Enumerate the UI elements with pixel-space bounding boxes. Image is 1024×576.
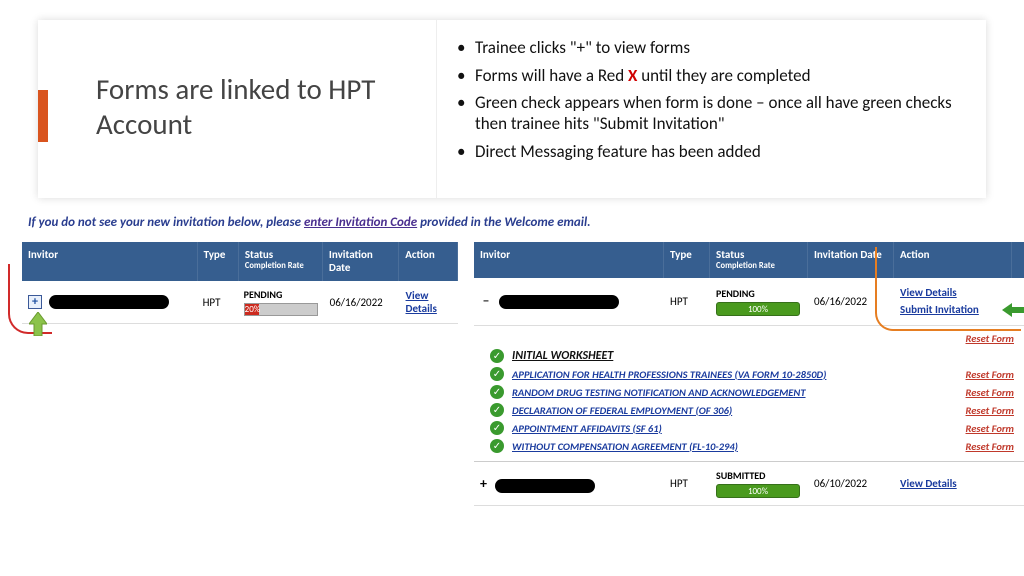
- form-link[interactable]: APPOINTMENT AFFIDAVITS (SF 61): [512, 422, 966, 435]
- check-icon: ✓: [490, 349, 504, 363]
- form-row: ✓ APPOINTMENT AFFIDAVITS (SF 61)Reset For…: [490, 419, 1014, 437]
- form-link[interactable]: DECLARATION OF FEDERAL EMPLOYMENT (OF 30…: [512, 404, 966, 417]
- reset-form-link[interactable]: Reset Form: [966, 386, 1014, 399]
- form-link[interactable]: WITHOUT COMPENSATION AGREEMENT (FL-10-29…: [512, 440, 966, 453]
- cell-date: 06/16/2022: [324, 289, 400, 316]
- cell-type: HPT: [197, 289, 238, 316]
- view-details-link[interactable]: View Details: [900, 477, 957, 490]
- cell-status: SUBMITTED 100%: [710, 462, 808, 505]
- form-link[interactable]: APPLICATION FOR HEALTH PROFESSIONS TRAIN…: [512, 368, 966, 381]
- check-icon: ✓: [490, 367, 504, 381]
- enter-code-link[interactable]: enter Invitation Code: [304, 215, 417, 230]
- cell-invitor: –: [474, 288, 664, 316]
- form-link[interactable]: INITIAL WORKSHEET: [512, 349, 1014, 363]
- table-header: Invitor Type Status Completion Rate Invi…: [22, 242, 458, 281]
- progress-bar: 20%: [244, 303, 318, 316]
- helper-pre: If you do not see your new invitation be…: [28, 215, 304, 230]
- progress-bar: 100%: [716, 484, 800, 498]
- redacted-name: [499, 295, 619, 309]
- redacted-name: [49, 295, 169, 309]
- reset-form-link[interactable]: Reset Form: [966, 404, 1014, 417]
- cell-status: PENDING 100%: [710, 280, 808, 323]
- arrow-up-icon: [29, 312, 47, 336]
- invitation-table-left: Invitor Type Status Completion Rate Invi…: [22, 242, 458, 324]
- hdr-date: Invitation Date: [323, 242, 399, 281]
- check-icon: ✓: [490, 421, 504, 435]
- cell-type: HPT: [664, 470, 710, 497]
- bullet-item: Direct Messaging feature has been added: [455, 142, 956, 163]
- hdr-type: Type: [198, 242, 239, 281]
- table-row: + HPT SUBMITTED 100% 06/10/2022 View Det…: [474, 461, 1024, 506]
- cell-action: View Details: [894, 470, 1012, 497]
- cell-invitor: +: [474, 468, 664, 499]
- progress-bar: 100%: [716, 302, 800, 316]
- helper-post: provided in the Welcome email.: [417, 215, 591, 230]
- view-details-link[interactable]: View Details: [406, 289, 437, 315]
- bullet-item: Forms will have a Red X until they are c…: [455, 66, 956, 87]
- bullet-item: Trainee clicks "+" to view forms: [455, 38, 956, 59]
- slide-card: Forms are linked to HPT Account Trainee …: [38, 20, 986, 198]
- cell-date: 06/10/2022: [808, 470, 894, 497]
- form-row: ✓ DECLARATION OF FEDERAL EMPLOYMENT (OF 3…: [490, 401, 1014, 419]
- hdr-status: Status Completion Rate: [239, 242, 323, 281]
- accent-bar: [38, 90, 48, 142]
- hdr-action: Action: [399, 242, 458, 281]
- check-icon: ✓: [490, 403, 504, 417]
- reset-form-link[interactable]: Reset Form: [966, 368, 1014, 381]
- form-link[interactable]: RANDOM DRUG TESTING NOTIFICATION AND ACK…: [512, 386, 966, 399]
- forms-list: Reset Form ✓ INITIAL WORKSHEET ✓ APPLICATIO…: [474, 326, 1024, 461]
- form-row: ✓ INITIAL WORKSHEET: [490, 347, 1014, 365]
- hdr-invitor: Invitor: [474, 242, 664, 278]
- form-row: ✓ RANDOM DRUG TESTING NOTIFICATION AND AC…: [490, 383, 1014, 401]
- check-icon: ✓: [490, 385, 504, 399]
- cell-type: HPT: [664, 288, 710, 315]
- collapse-icon[interactable]: –: [480, 296, 492, 308]
- expand-icon[interactable]: +: [480, 475, 487, 492]
- check-icon: ✓: [490, 439, 504, 453]
- cell-status: PENDING 20%: [238, 281, 324, 323]
- helper-text: If you do not see your new invitation be…: [28, 215, 591, 230]
- reset-form-link[interactable]: Reset Form: [966, 422, 1014, 435]
- form-row: ✓ WITHOUT COMPENSATION AGREEMENT (FL-10-2…: [490, 437, 1014, 455]
- table-row: + HPT PENDING 20% 06/16/2022 View Detail…: [22, 281, 458, 324]
- callout-bracket-right: [875, 247, 1021, 331]
- hdr-type: Type: [664, 242, 710, 278]
- slide-title: Forms are linked to HPT Account: [96, 72, 406, 142]
- cell-action: View Details: [400, 282, 458, 322]
- bullets-area: Trainee clicks "+" to view forms Forms wi…: [436, 20, 986, 198]
- form-row: ✓ APPLICATION FOR HEALTH PROFESSIONS TRAI…: [490, 365, 1014, 383]
- reset-form-link[interactable]: Reset Form: [966, 332, 1014, 345]
- title-area: Forms are linked to HPT Account: [38, 20, 436, 198]
- reset-form-link[interactable]: Reset Form: [966, 440, 1014, 453]
- redacted-name: [495, 479, 595, 493]
- hdr-status: Status Completion Rate: [710, 242, 808, 278]
- bullet-item: Green check appears when form is done – …: [455, 93, 956, 134]
